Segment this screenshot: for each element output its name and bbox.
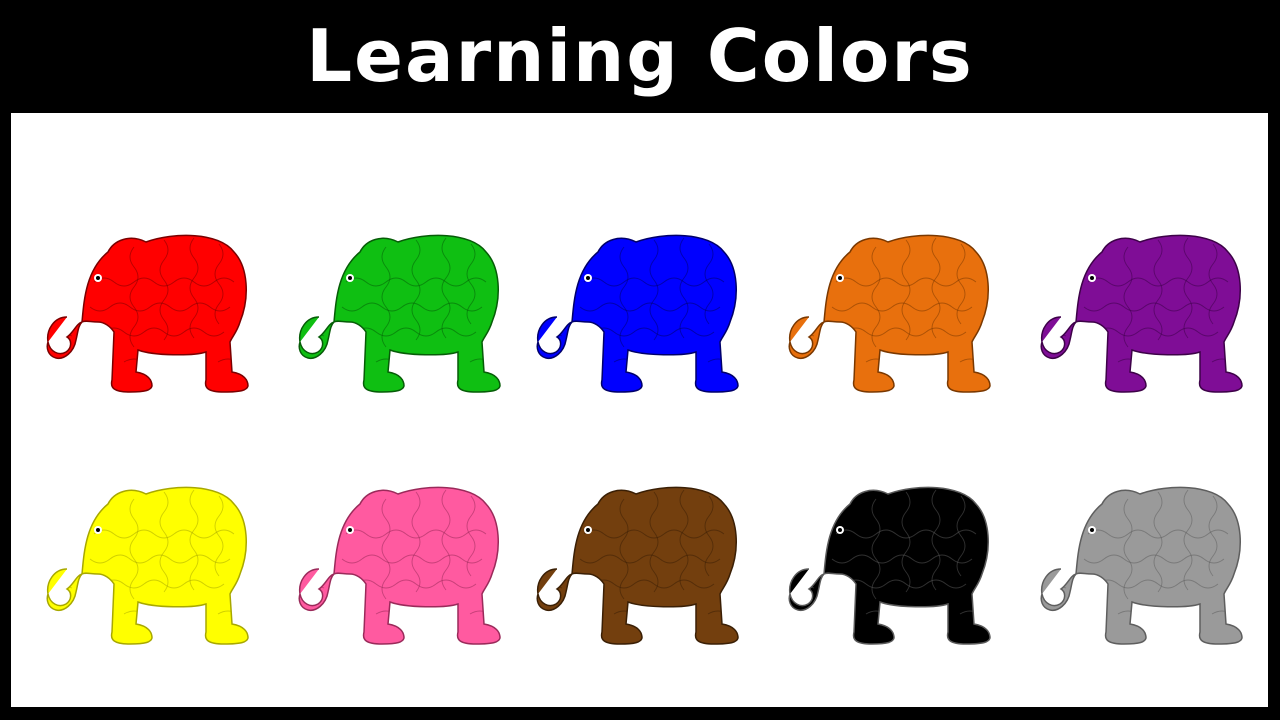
- page-title: Learning Colors: [306, 14, 974, 98]
- elephant-pupil: [96, 528, 100, 532]
- elephant-blue-image: [536, 234, 739, 393]
- elephant-gray-image: [1040, 486, 1243, 645]
- elephant-black-image: [788, 486, 991, 645]
- elephant-pink-image: [298, 486, 501, 645]
- elephant-pupil: [348, 276, 352, 280]
- elephant-body: [298, 234, 501, 393]
- elephant-pupil: [838, 276, 842, 280]
- elephant-pupil: [586, 276, 590, 280]
- elephant-body: [46, 486, 249, 645]
- elephant-red-image: [46, 234, 249, 393]
- elephant-orange-image: [788, 234, 991, 393]
- elephant-green-image: [298, 234, 501, 393]
- elephant-body: [298, 486, 501, 645]
- elephant-purple-image: [1040, 234, 1243, 393]
- elephant-body: [536, 486, 739, 645]
- elephant-body: [1040, 486, 1243, 645]
- elephant-pupil: [586, 528, 590, 532]
- elephant-body: [788, 234, 991, 393]
- elephant-brown-image: [536, 486, 739, 645]
- elephant-body: [536, 234, 739, 393]
- elephant-pupil: [838, 528, 842, 532]
- elephant-pupil: [348, 528, 352, 532]
- elephant-pupil: [1090, 276, 1094, 280]
- elephant-yellow-image: [46, 486, 249, 645]
- elephant-body: [788, 486, 991, 645]
- elephant-body: [1040, 234, 1243, 393]
- elephant-pupil: [96, 276, 100, 280]
- elephant-body: [46, 234, 249, 393]
- elephant-pupil: [1090, 528, 1094, 532]
